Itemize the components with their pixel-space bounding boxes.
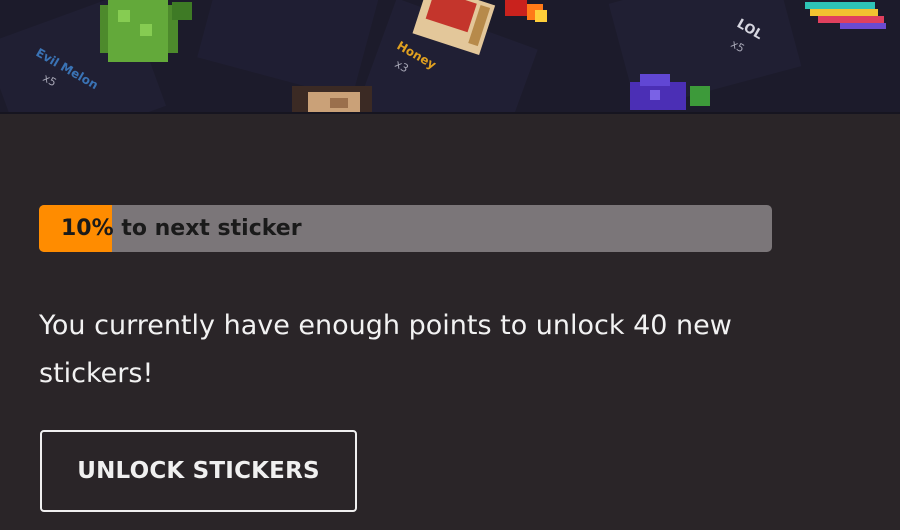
pixel-flame-icon bbox=[505, 0, 547, 22]
pixel-face-icon bbox=[292, 86, 372, 112]
sticker-preview-banner: Evil Melon x5 Honey x3 LOL x5 bbox=[0, 0, 900, 114]
pixel-melon-icon bbox=[100, 0, 192, 62]
sticker-progress-label: 10% to next sticker bbox=[61, 216, 302, 241]
sticker-progress-bar: 10% to next sticker bbox=[39, 205, 772, 252]
pixel-rainbow-icon bbox=[805, 2, 886, 29]
points-message: You currently have enough points to unlo… bbox=[39, 310, 732, 389]
unlock-stickers-button[interactable]: UNLOCK STICKERS bbox=[40, 430, 357, 512]
